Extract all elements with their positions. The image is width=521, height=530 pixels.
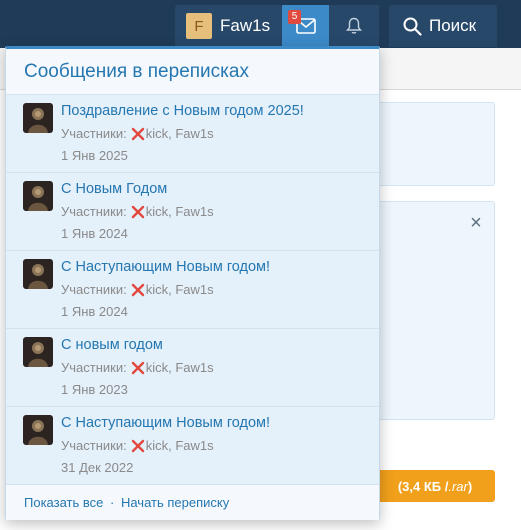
user-menu-button[interactable]: F Faw1s: [175, 5, 282, 47]
participant-separator: ,: [168, 360, 176, 375]
conversation-date: 1 Янв 2024: [61, 304, 128, 319]
popup-title: Сообщения в переписках: [24, 61, 249, 82]
participants-label: Участники:: [61, 360, 127, 375]
download-button[interactable]: (3,4 КБ / .rar ): [375, 470, 495, 502]
conversation-participants: Участники: kick, Faw1s: [61, 360, 214, 375]
participant-name[interactable]: kick: [146, 282, 168, 297]
participant-name[interactable]: kick: [146, 204, 168, 219]
conversation-participants: Участники: kick, Faw1s: [61, 438, 214, 453]
user-avatar: F: [186, 13, 212, 39]
conversation-avatar[interactable]: [23, 415, 53, 445]
conversation-date: 1 Янв 2023: [61, 382, 128, 397]
participants-label: Участники:: [61, 204, 127, 219]
conversation-avatar[interactable]: [23, 181, 53, 211]
conversation-list: Поздравление с Новым годом 2025! Участник…: [6, 95, 379, 485]
show-all-link[interactable]: Показать все: [24, 495, 103, 510]
participant-name[interactable]: Faw1s: [175, 126, 213, 141]
cross-icon: [131, 283, 145, 297]
conversation-date: 1 Янв 2024: [61, 226, 128, 241]
participant-name[interactable]: Faw1s: [175, 360, 213, 375]
participant-name[interactable]: Faw1s: [175, 282, 213, 297]
participant-separator: ,: [168, 126, 176, 141]
conversation-participants: Участники: kick, Faw1s: [61, 204, 214, 219]
participant-name[interactable]: kick: [146, 360, 168, 375]
download-extension: .rar: [448, 478, 468, 494]
conversation-title[interactable]: С Наступающим Новым годом!: [61, 259, 270, 275]
download-close-paren: ): [467, 478, 473, 494]
conversation-item[interactable]: С Наступающим Новым годом! Участники: kick…: [6, 407, 379, 485]
participants-label: Участники:: [61, 438, 127, 453]
participant-name[interactable]: Faw1s: [175, 204, 213, 219]
bell-icon: [346, 17, 362, 34]
conversation-participants: Участники: kick, Faw1s: [61, 282, 214, 297]
conversation-participants: Участники: kick, Faw1s: [61, 126, 214, 141]
popup-header: Сообщения в переписках: [6, 49, 379, 95]
participants-label: Участники:: [61, 126, 127, 141]
close-icon[interactable]: ×: [466, 213, 486, 233]
participants-label: Участники:: [61, 282, 127, 297]
conversation-date: 31 Дек 2022: [61, 460, 134, 475]
conversation-item[interactable]: Поздравление с Новым годом 2025! Участник…: [6, 95, 379, 173]
cross-icon: [131, 361, 145, 375]
participant-separator: ,: [168, 438, 176, 453]
participant-separator: ,: [168, 282, 176, 297]
search-label: Поиск: [429, 16, 477, 35]
search-button[interactable]: Поиск: [389, 5, 497, 47]
start-conversation-link[interactable]: Начать переписку: [121, 495, 229, 510]
conversation-title[interactable]: С Новым Годом: [61, 181, 167, 197]
top-navbar: F Faw1s 5 Поиск: [0, 0, 521, 48]
cross-icon: [131, 205, 145, 219]
participant-name[interactable]: kick: [146, 438, 168, 453]
footer-separator: ·: [110, 495, 115, 510]
conversation-item[interactable]: С Новым Годом Участники: kick, Faw1s 1 Янв …: [6, 173, 379, 251]
conversation-item[interactable]: С Наступающим Новым годом! Участники: kick…: [6, 251, 379, 329]
conversation-date: 1 Янв 2025: [61, 148, 128, 163]
conversation-title[interactable]: С новым годом: [61, 337, 163, 353]
alerts-button[interactable]: [329, 5, 379, 47]
participant-name[interactable]: Faw1s: [175, 438, 213, 453]
cross-icon: [131, 127, 145, 141]
conversation-title[interactable]: Поздравление с Новым годом 2025!: [61, 103, 304, 119]
conversation-avatar[interactable]: [23, 259, 53, 289]
download-size: (3,4 КБ /: [397, 478, 449, 494]
conversations-popup: Сообщения в переписках Поздравление с Но…: [5, 46, 380, 520]
conversation-item[interactable]: С новым годом Участники: kick, Faw1s 1 Янв …: [6, 329, 379, 407]
participant-name[interactable]: kick: [146, 126, 168, 141]
username-label: Faw1s: [220, 16, 271, 35]
inbox-unread-badge: 5: [288, 10, 301, 24]
search-icon: [403, 17, 422, 36]
participant-separator: ,: [168, 204, 176, 219]
popup-footer: Показать все · Начать переписку: [6, 485, 379, 520]
cross-icon: [131, 439, 145, 453]
conversation-avatar[interactable]: [23, 337, 53, 367]
conversation-title[interactable]: С Наступающим Новым годом!: [61, 415, 270, 431]
conversation-avatar[interactable]: [23, 103, 53, 133]
